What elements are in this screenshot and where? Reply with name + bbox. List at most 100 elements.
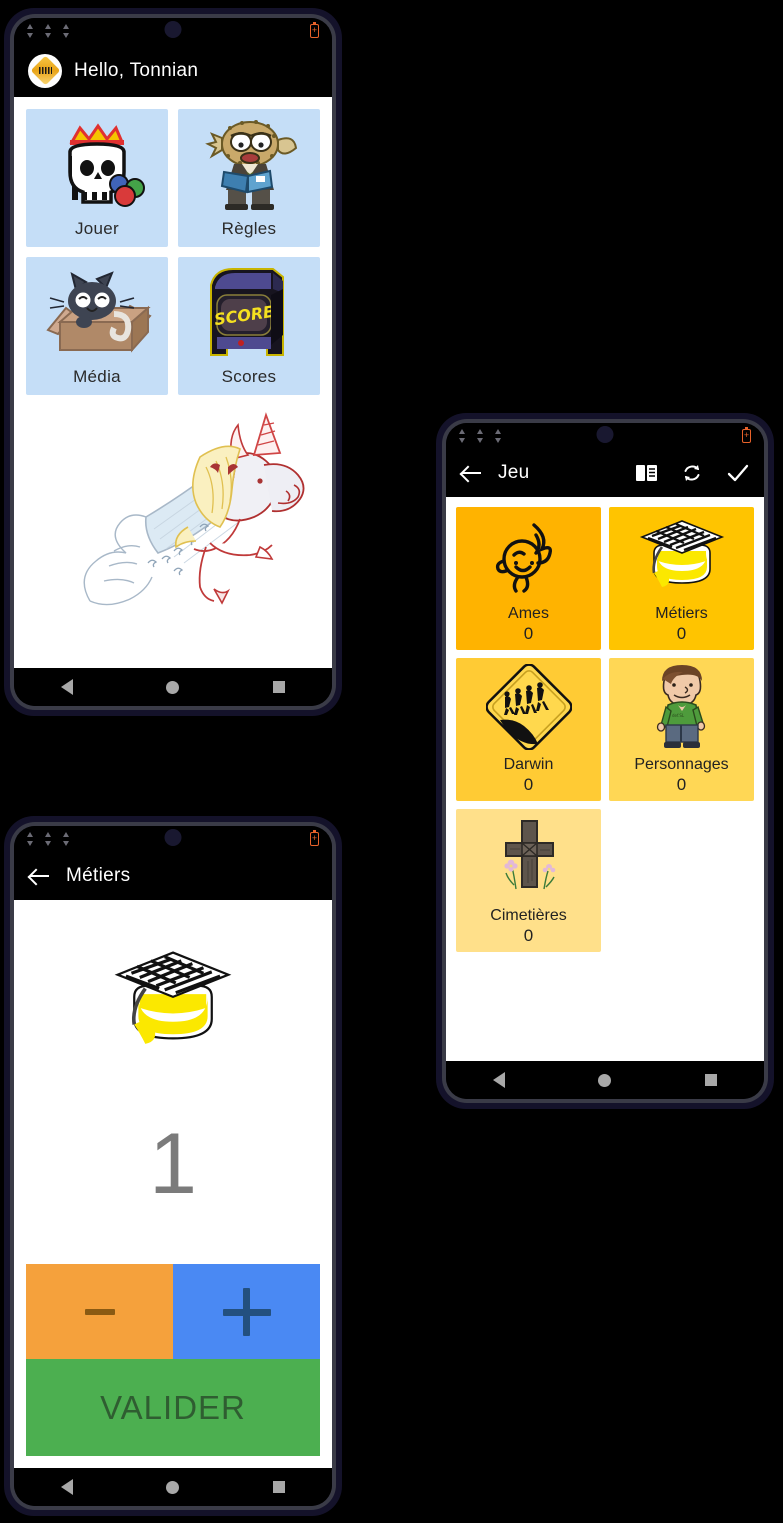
game-tile-label: Darwin bbox=[503, 756, 554, 774]
data-transfer-icon bbox=[26, 24, 33, 38]
back-arrow-icon[interactable] bbox=[460, 461, 484, 485]
home-content: Jouer Règles Média SCORE Scores bbox=[14, 97, 332, 668]
phone-device-home: Hello, Tonnian bbox=[4, 8, 342, 716]
status-left-icons bbox=[458, 429, 501, 443]
game-tile-metiers[interactable]: Métiers 0 bbox=[609, 507, 754, 650]
nav-back-icon[interactable] bbox=[60, 1479, 73, 1495]
android-nav-bar bbox=[446, 1061, 764, 1099]
phone-device-counter: Métiers bbox=[4, 816, 342, 1516]
camera-notch bbox=[164, 829, 182, 846]
game-tile-label: Cimetières bbox=[490, 907, 567, 925]
increment-button[interactable] bbox=[173, 1264, 320, 1359]
game-tile-label: Métiers bbox=[655, 605, 708, 623]
graduation-cap-icon bbox=[609, 507, 754, 605]
phone-screen-counter: Métiers bbox=[14, 826, 332, 1506]
minus-icon bbox=[84, 1308, 115, 1315]
validate-button[interactable]: VALIDER bbox=[26, 1359, 320, 1456]
home-tile-scores[interactable]: SCORE Scores bbox=[178, 257, 320, 395]
logo-diamond-shape bbox=[30, 55, 60, 86]
status-bar bbox=[14, 826, 332, 852]
cat-in-box-icon bbox=[26, 257, 168, 367]
home-tile-media[interactable]: Média bbox=[26, 257, 168, 395]
camera-notch bbox=[164, 21, 182, 38]
data-transfer-icon bbox=[62, 24, 69, 38]
game-tile-empty-slot bbox=[609, 809, 754, 952]
status-left-icons bbox=[26, 832, 69, 846]
status-left-icons bbox=[26, 24, 69, 38]
page-title: Hello, Tonnian bbox=[74, 59, 199, 81]
game-tile-grid: Ames 0 Métiers 0 Darwin 0 def.SL Personn… bbox=[446, 497, 764, 952]
page-title: Jeu bbox=[498, 462, 530, 483]
unicorn-mermaid-drawing bbox=[14, 411, 332, 626]
refresh-icon[interactable] bbox=[680, 461, 704, 485]
data-transfer-icon bbox=[44, 24, 51, 38]
counter-layout: 1 VALIDER bbox=[14, 900, 332, 1468]
decrement-button[interactable] bbox=[26, 1264, 173, 1359]
phone-device-game: Jeu bbox=[436, 413, 774, 1109]
phone-bezel: Hello, Tonnian bbox=[10, 14, 336, 710]
battery-charging-icon bbox=[742, 427, 751, 443]
game-tile-count: 0 bbox=[676, 774, 687, 794]
home-tile-jouer[interactable]: Jouer bbox=[26, 109, 168, 247]
game-tile-cimetieres[interactable]: Cimetières 0 bbox=[456, 809, 601, 952]
book-icon[interactable] bbox=[634, 461, 658, 485]
app-bar-home: Hello, Tonnian bbox=[14, 44, 332, 97]
page-title: Métiers bbox=[66, 865, 131, 886]
check-icon[interactable] bbox=[726, 461, 750, 485]
soul-flame-icon bbox=[456, 507, 601, 605]
grave-cross-icon bbox=[456, 809, 601, 907]
nav-home-icon[interactable] bbox=[166, 1480, 180, 1494]
app-bar-game: Jeu bbox=[446, 449, 764, 497]
phone-bezel: Métiers bbox=[10, 822, 336, 1510]
nav-recents-icon[interactable] bbox=[705, 1074, 718, 1086]
data-transfer-icon bbox=[44, 832, 51, 846]
counter-value: 1 bbox=[149, 1115, 197, 1212]
skull-crown-icon bbox=[26, 109, 168, 219]
camera-notch bbox=[596, 426, 614, 443]
android-nav-bar bbox=[14, 1468, 332, 1506]
battery-charging-icon bbox=[310, 22, 319, 38]
character-person-icon: def.SL bbox=[609, 658, 754, 756]
game-tile-count: 0 bbox=[523, 774, 534, 794]
game-content: Ames 0 Métiers 0 Darwin 0 def.SL Personn… bbox=[446, 497, 764, 1061]
app-bar-counter: Métiers bbox=[14, 852, 332, 900]
back-arrow-icon[interactable] bbox=[28, 864, 52, 888]
home-tile-label: Scores bbox=[221, 367, 277, 386]
app-bar-actions bbox=[634, 461, 750, 485]
pufferfish-teacher-icon bbox=[178, 109, 320, 219]
screenshot-canvas: Hello, Tonnian bbox=[0, 0, 783, 1523]
home-tile-grid: Jouer Règles Média SCORE Scores bbox=[14, 97, 332, 395]
nav-home-icon[interactable] bbox=[166, 680, 180, 694]
game-tile-label: Ames bbox=[508, 605, 549, 623]
nav-recents-icon[interactable] bbox=[273, 1481, 286, 1493]
nav-recents-icon[interactable] bbox=[273, 681, 286, 693]
battery-charging-icon bbox=[310, 830, 319, 846]
phone-screen-home: Hello, Tonnian bbox=[14, 18, 332, 706]
game-tile-label: Personnages bbox=[634, 756, 729, 774]
game-tile-darwin[interactable]: Darwin 0 bbox=[456, 658, 601, 801]
status-bar bbox=[446, 423, 764, 449]
home-tile-regles[interactable]: Règles bbox=[178, 109, 320, 247]
svg-text:def.SL: def.SL bbox=[672, 713, 685, 718]
counter-button-row bbox=[26, 1264, 320, 1359]
android-nav-bar bbox=[14, 668, 332, 706]
nav-back-icon[interactable] bbox=[492, 1072, 505, 1088]
plus-icon bbox=[222, 1287, 271, 1336]
game-tile-count: 0 bbox=[523, 925, 534, 945]
nav-back-icon[interactable] bbox=[60, 679, 73, 695]
counter-content: 1 VALIDER bbox=[14, 900, 332, 1468]
game-tile-personnages[interactable]: def.SL Personnages 0 bbox=[609, 658, 754, 801]
data-transfer-icon bbox=[458, 429, 465, 443]
nav-home-icon[interactable] bbox=[598, 1073, 612, 1087]
home-tile-label: Jouer bbox=[74, 219, 120, 238]
home-tile-label: Règles bbox=[221, 219, 277, 238]
game-tile-ames[interactable]: Ames 0 bbox=[456, 507, 601, 650]
arcade-cabinet-icon: SCORE bbox=[178, 257, 320, 367]
phone-bezel: Jeu bbox=[442, 419, 768, 1103]
data-transfer-icon bbox=[476, 429, 483, 443]
app-logo-icon[interactable] bbox=[28, 53, 62, 88]
home-tile-label: Média bbox=[73, 367, 121, 386]
game-tile-count: 0 bbox=[523, 623, 534, 643]
data-transfer-icon bbox=[494, 429, 501, 443]
status-bar bbox=[14, 18, 332, 44]
